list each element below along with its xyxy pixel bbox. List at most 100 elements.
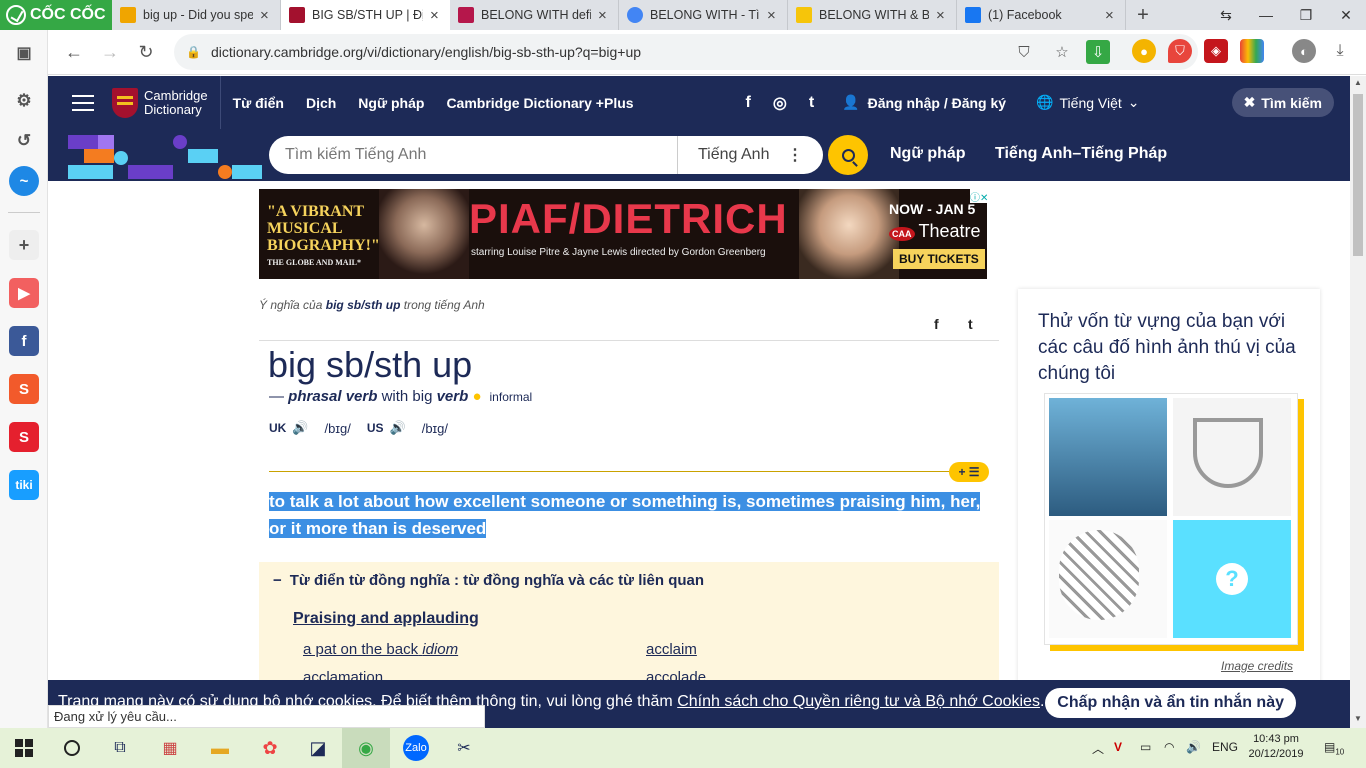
settings-gear-icon[interactable]: ⚙ (9, 86, 39, 116)
download-icon[interactable]: ⤓ (1328, 39, 1352, 63)
coccoc-taskbar-icon[interactable]: ◉ (342, 728, 390, 768)
nav-plus[interactable]: Cambridge Dictionary +Plus (446, 95, 633, 111)
add-to-wordlist-button[interactable]: + ☰ (949, 462, 989, 482)
maximize-button[interactable]: ❐ (1286, 0, 1326, 30)
tab-close-icon[interactable]: × (260, 7, 272, 24)
hamburger-menu-icon[interactable] (72, 94, 94, 111)
sidebar-toggle-icon[interactable]: ▣ (9, 38, 39, 68)
thesaurus-word-1[interactable]: a pat on the back idiom (303, 641, 458, 658)
quiz-prompt[interactable]: Thử vốn từ vựng của bạn với các câu đố h… (1038, 309, 1298, 387)
tab-4[interactable]: BELONG WITH - Tìm × (619, 0, 788, 30)
back-arrow-icon[interactable]: ← (56, 34, 92, 70)
coccoc-brand-button[interactable]: CỐC CỐC (0, 0, 112, 30)
forward-arrow-icon[interactable]: → (92, 34, 128, 70)
close-window-button[interactable]: ✕ (1326, 0, 1366, 30)
login-link[interactable]: 👤 Đăng nhập / Đăng ký (842, 94, 1006, 111)
image-credits-link[interactable]: Image credits (1221, 659, 1293, 673)
add-app-icon[interactable]: + (9, 230, 39, 260)
extension-red-icon[interactable]: ◈ (1204, 39, 1228, 63)
notes-app-icon[interactable]: ◪ (294, 728, 342, 768)
dictionary-select[interactable]: Tiếng Anh ⋮ (677, 136, 823, 174)
tab-search-icon[interactable]: ⇆ (1206, 0, 1246, 30)
paint-app-icon[interactable]: ✿ (246, 728, 294, 768)
task-view-icon[interactable]: ⧉ (96, 728, 144, 768)
search-toggle-button[interactable]: ✖ Tìm kiếm (1231, 88, 1334, 117)
pos-label[interactable]: phrasal verb (288, 388, 377, 405)
ad-buy-tickets-button[interactable]: BUY TICKETS (893, 249, 985, 269)
page-scrollbar[interactable]: ▲ ▼ (1350, 76, 1366, 728)
battery-icon[interactable]: ▭ (1140, 740, 1151, 754)
notification-icon[interactable]: ▤10 (1324, 740, 1344, 756)
nav-dictionary[interactable]: Từ điển (233, 95, 284, 111)
accept-cookies-button[interactable]: Chấp nhận và ẩn tin nhắn này (1045, 688, 1296, 718)
definition[interactable]: to talk a lot about how excellent someon… (269, 488, 991, 542)
minimize-button[interactable]: — (1246, 0, 1286, 30)
thesaurus-heading[interactable]: − Từ điển từ đồng nghĩa : từ đồng nghĩa v… (273, 572, 704, 589)
share-facebook-icon[interactable]: f (934, 316, 939, 332)
clock[interactable]: 10:43 pm 20/12/2019 (1244, 732, 1308, 762)
extension-colorful-icon[interactable] (1240, 39, 1264, 63)
share-twitter-icon[interactable]: t (968, 316, 973, 332)
tab-close-icon[interactable]: × (767, 7, 779, 24)
scroll-up-icon[interactable]: ▲ (1350, 78, 1366, 87)
search-submit-button[interactable] (828, 135, 868, 175)
extension-chrome-icon[interactable]: ● (1132, 39, 1156, 63)
profile-avatar[interactable]: ◐ (1292, 39, 1316, 63)
nav-grammar[interactable]: Ngữ pháp (358, 95, 424, 111)
new-tab-button[interactable]: + (1126, 0, 1160, 30)
us-audio-speaker-icon[interactable]: 🔊 (390, 420, 406, 436)
link-english-french[interactable]: Tiếng Anh–Tiếng Pháp (995, 145, 1167, 163)
tab-6[interactable]: (1) Facebook × (957, 0, 1126, 30)
peeler-image[interactable] (1173, 398, 1291, 516)
sendo-icon[interactable]: S (9, 422, 39, 452)
tab-close-icon[interactable]: × (1105, 7, 1117, 24)
taskbar-app-icon[interactable]: ▦ (146, 728, 194, 768)
search-input[interactable]: Tìm kiếm Tiếng Anh (269, 146, 677, 164)
zalo-icon[interactable]: Zalo (392, 728, 440, 768)
scroll-down-icon[interactable]: ▼ (1350, 714, 1366, 723)
advertisement-banner[interactable]: "A VIBRANT MUSICAL BIOGRAPHY!" THE GLOBE … (259, 189, 987, 279)
input-language[interactable]: ENG (1212, 740, 1238, 754)
reload-icon[interactable]: ↻ (128, 34, 164, 70)
mystery-image[interactable]: ? (1173, 520, 1291, 638)
history-icon[interactable]: ↺ (9, 126, 39, 156)
windows-start-icon[interactable] (0, 728, 48, 768)
link-grammar[interactable]: Ngữ pháp (890, 145, 966, 163)
tab-3[interactable]: BELONG WITH definiti × (450, 0, 619, 30)
shopee-icon[interactable]: S (9, 374, 39, 404)
tray-chevron-icon[interactable]: ︿ (1092, 740, 1104, 757)
thesaurus-category[interactable]: Praising and applauding (293, 610, 479, 628)
tab-5[interactable]: BELONG WITH & BEL × (788, 0, 957, 30)
snipping-tool-icon[interactable]: ✂ (440, 728, 488, 768)
masher-image[interactable] (1049, 520, 1167, 638)
language-selector[interactable]: 🌐 Tiếng Việt ⌄ (1036, 94, 1139, 111)
ad-close-icon[interactable]: ⓘ✕ (970, 189, 988, 204)
tab-close-icon[interactable]: × (598, 7, 610, 24)
thesaurus-word-2[interactable]: acclaim (646, 641, 697, 658)
tab-2-active[interactable]: BIG SB/STH UP | Định × (281, 0, 450, 30)
uk-audio-speaker-icon[interactable]: 🔊 (292, 420, 308, 436)
cambridge-logo[interactable]: Cambridge Dictionary (112, 76, 221, 129)
search-circle-icon[interactable] (48, 728, 96, 768)
nav-translate[interactable]: Dịch (306, 95, 336, 111)
tab-close-icon[interactable]: × (936, 7, 948, 24)
tab-1[interactable]: big up - Did you spell × (112, 0, 281, 30)
facebook-icon[interactable]: f (746, 94, 751, 112)
volume-icon[interactable]: 🔊 (1186, 740, 1201, 754)
cookie-policy-link[interactable]: Chính sách cho Quyền riêng tư và Bộ nhớ … (677, 693, 1040, 710)
address-bar[interactable]: 🔒 dictionary.cambridge.org/vi/dictionary… (174, 34, 1198, 70)
shield-icon[interactable]: ⛉ (1012, 40, 1036, 64)
download-green-icon[interactable]: ⇩ (1086, 40, 1110, 64)
tiki-icon[interactable]: tiki (9, 470, 39, 500)
youtube-icon[interactable]: ▶ (9, 278, 39, 308)
facebook-icon[interactable]: f (9, 326, 39, 356)
file-explorer-icon[interactable]: ▬ (196, 728, 244, 768)
messenger-icon[interactable]: ~ (9, 166, 39, 196)
tray-v-icon[interactable]: V (1114, 740, 1122, 754)
tab-close-icon[interactable]: × (430, 7, 442, 24)
quiz-image-grid[interactable]: ? (1044, 393, 1298, 645)
bookmark-star-icon[interactable]: ☆ (1050, 40, 1074, 64)
dishwasher-image[interactable] (1049, 398, 1167, 516)
scrollbar-thumb[interactable] (1353, 94, 1363, 256)
extension-shield-icon[interactable]: ⛉ (1168, 39, 1192, 63)
